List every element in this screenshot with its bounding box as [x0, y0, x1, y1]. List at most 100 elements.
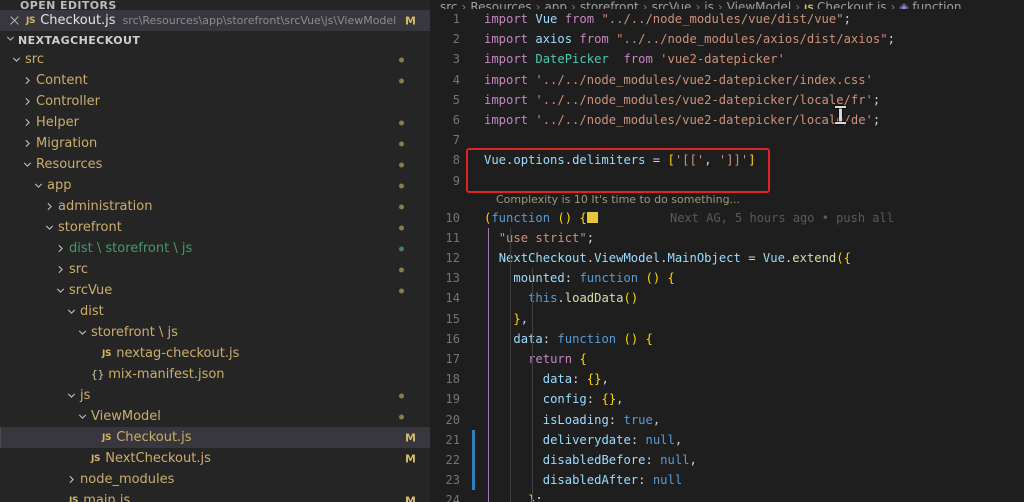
chevron-down-icon[interactable] — [32, 179, 45, 192]
code-text[interactable] — [472, 130, 1024, 150]
chevron-right-icon[interactable] — [65, 473, 78, 486]
breadcrumb-segment[interactable]: app — [544, 0, 567, 9]
chevron-right-icon[interactable] — [21, 116, 34, 129]
code-line-9[interactable]: 9 — [430, 171, 1024, 191]
chevron-down-icon[interactable] — [43, 221, 56, 234]
code-line-18[interactable]: 18 data: {}, — [430, 369, 1024, 389]
code-text[interactable]: import Vue from "../../node_modules/vue/… — [472, 9, 1024, 29]
code-text[interactable]: config: {}, — [472, 389, 1024, 409]
code-line-14[interactable]: 14 this.loadData() — [430, 288, 1024, 308]
tree-item-src[interactable]: src — [0, 259, 430, 280]
code-line-16[interactable]: 16 data: function () { — [430, 329, 1024, 349]
breadcrumb-segment[interactable]: src — [440, 0, 458, 9]
code-text[interactable]: NextCheckout.ViewModel.MainObject = Vue.… — [472, 248, 1024, 268]
tree-item-resources[interactable]: Resources — [0, 154, 430, 175]
open-editor-item-checkout-js[interactable]: JS Checkout.js src\Resources\app\storefr… — [0, 10, 430, 31]
tree-item-storefront-js[interactable]: storefront \ js — [0, 322, 430, 343]
code-text[interactable]: import '../../node_modules/vue2-datepick… — [472, 90, 1024, 110]
code-text[interactable]: import DatePicker from 'vue2-datepicker' — [472, 49, 1024, 69]
chevron-right-icon[interactable] — [21, 137, 34, 150]
chevron-right-icon[interactable] — [21, 95, 34, 108]
chevron-down-icon[interactable] — [10, 53, 23, 66]
code-line-12[interactable]: 12 NextCheckout.ViewModel.MainObject = V… — [430, 248, 1024, 268]
code-text[interactable]: import '../../node_modules/vue2-datepick… — [472, 110, 1024, 130]
codelens-complexity[interactable]: Complexity is 10 It's time to do somethi… — [430, 191, 1024, 208]
chevron-down-icon[interactable] — [65, 305, 78, 318]
tree-item-content[interactable]: Content — [0, 70, 430, 91]
code-text[interactable]: }; — [472, 490, 1024, 502]
tree-item-dist-storefront-js[interactable]: dist \ storefront \ js — [0, 238, 430, 259]
code-text[interactable]: }, — [472, 309, 1024, 329]
chevron-right-icon[interactable] — [43, 200, 56, 213]
tree-item-node-modules[interactable]: node_modules — [0, 469, 430, 490]
code-line-5[interactable]: 5 import '../../node_modules/vue2-datepic… — [430, 90, 1024, 110]
code-text[interactable]: data: {}, — [472, 369, 1024, 389]
chevron-down-icon[interactable] — [76, 326, 89, 339]
code-text[interactable]: deliverydate: null, — [472, 430, 1024, 450]
tree-item-src[interactable]: src — [0, 49, 430, 70]
breadcrumb-segment[interactable]: srcVue — [652, 0, 692, 9]
code-line-2[interactable]: 2 import axios from "../../node_modules/a… — [430, 29, 1024, 49]
code-text[interactable]: (function () { Next AG, 5 hours ago • pu… — [472, 208, 1024, 228]
code-text[interactable]: this.loadData() — [472, 288, 1024, 308]
breadcrumb-segment[interactable]: Resources — [470, 0, 531, 9]
code-text[interactable]: "use strict"; — [472, 228, 1024, 248]
chevron-right-icon[interactable] — [54, 263, 67, 276]
code-line-8[interactable]: 8 Vue.options.delimiters = ['[[', ']]'] — [430, 150, 1024, 170]
tree-item-helper[interactable]: Helper — [0, 112, 430, 133]
code-line-3[interactable]: 3 import DatePicker from 'vue2-datepicker… — [430, 49, 1024, 69]
code-line-1[interactable]: 1 import Vue from "../../node_modules/vue… — [430, 9, 1024, 29]
code-text[interactable]: disabledBefore: null, — [472, 450, 1024, 470]
tree-item-mix-manifest-json[interactable]: {} mix-manifest.json — [0, 364, 430, 385]
code-text[interactable]: import '../../node_modules/vue2-datepick… — [472, 70, 1024, 90]
code-text[interactable]: mounted: function () { — [472, 268, 1024, 288]
chevron-right-icon[interactable] — [54, 242, 67, 255]
tree-item-administration[interactable]: administration — [0, 196, 430, 217]
code-line-4[interactable]: 4 import '../../node_modules/vue2-datepic… — [430, 70, 1024, 90]
code-line-21[interactable]: 21 deliverydate: null, — [430, 429, 1024, 450]
breadcrumb-segment[interactable]: Checkout.js — [817, 0, 887, 9]
code-content[interactable]: 1 import Vue from "../../node_modules/vue… — [430, 9, 1024, 502]
code-line-23[interactable]: 23 disabledAfter: null — [430, 470, 1024, 491]
tree-item-main-js[interactable]: JS main.js M — [0, 490, 430, 502]
code-line-24[interactable]: 24 }; — [430, 490, 1024, 502]
code-line-10[interactable]: 10 (function () { Next AG, 5 hours ago • … — [430, 208, 1024, 228]
tree-item-migration[interactable]: Migration — [0, 133, 430, 154]
code-text[interactable]: data: function () { — [472, 329, 1024, 349]
code-line-11[interactable]: 11 "use strict"; — [430, 228, 1024, 248]
code-text[interactable]: import axios from "../../node_modules/ax… — [472, 29, 1024, 49]
breadcrumb[interactable]: src › Resources › app › storefront › srcVue › js › V… — [430, 0, 1024, 9]
tree-item-dist[interactable]: dist — [0, 301, 430, 322]
tree-item-storefront[interactable]: storefront — [0, 217, 430, 238]
open-editors-section-header[interactable]: OPEN EDITORS — [0, 0, 430, 10]
code-text[interactable]: Vue.options.delimiters = ['[[', ']]'] — [472, 150, 1024, 170]
code-text[interactable]: return { — [472, 349, 1024, 369]
chevron-down-icon[interactable] — [65, 389, 78, 402]
chevron-right-icon[interactable] — [21, 74, 34, 87]
code-text[interactable]: disabledAfter: null — [472, 470, 1024, 490]
breadcrumb-segment[interactable]: function — [912, 0, 961, 9]
tree-item-srcvue[interactable]: srcVue — [0, 280, 430, 301]
code-text[interactable] — [472, 171, 1024, 191]
tree-item-js[interactable]: js — [0, 385, 430, 406]
breadcrumb-segment[interactable]: ViewModel — [727, 0, 792, 9]
tree-item-nextag-checkout-js[interactable]: JS nextag-checkout.js — [0, 343, 430, 364]
code-line-15[interactable]: 15 }, — [430, 309, 1024, 329]
code-line-22[interactable]: 22 disabledBefore: null, — [430, 449, 1024, 471]
code-line-13[interactable]: 13 mounted: function () { — [430, 268, 1024, 288]
tree-item-viewmodel[interactable]: ViewModel — [0, 406, 430, 427]
chevron-down-icon[interactable] — [54, 284, 67, 297]
code-line-20[interactable]: 20 isLoading: true, — [430, 410, 1024, 430]
code-line-19[interactable]: 19 config: {}, — [430, 389, 1024, 409]
chevron-down-icon[interactable] — [21, 158, 34, 171]
breadcrumb-segment[interactable]: js — [704, 0, 714, 9]
tree-item-nextcheckout-js[interactable]: JS NextCheckout.js M — [0, 448, 430, 469]
close-icon[interactable] — [8, 14, 22, 28]
code-line-17[interactable]: 17 return { — [430, 349, 1024, 369]
tree-item-app[interactable]: app — [0, 175, 430, 196]
project-root-header[interactable]: NEXTAGCHECKOUT — [0, 31, 430, 49]
code-line-7[interactable]: 7 — [430, 130, 1024, 150]
tree-item-controller[interactable]: Controller — [0, 91, 430, 112]
breadcrumb-segment[interactable]: storefront — [580, 0, 639, 9]
chevron-down-icon[interactable] — [76, 410, 89, 423]
